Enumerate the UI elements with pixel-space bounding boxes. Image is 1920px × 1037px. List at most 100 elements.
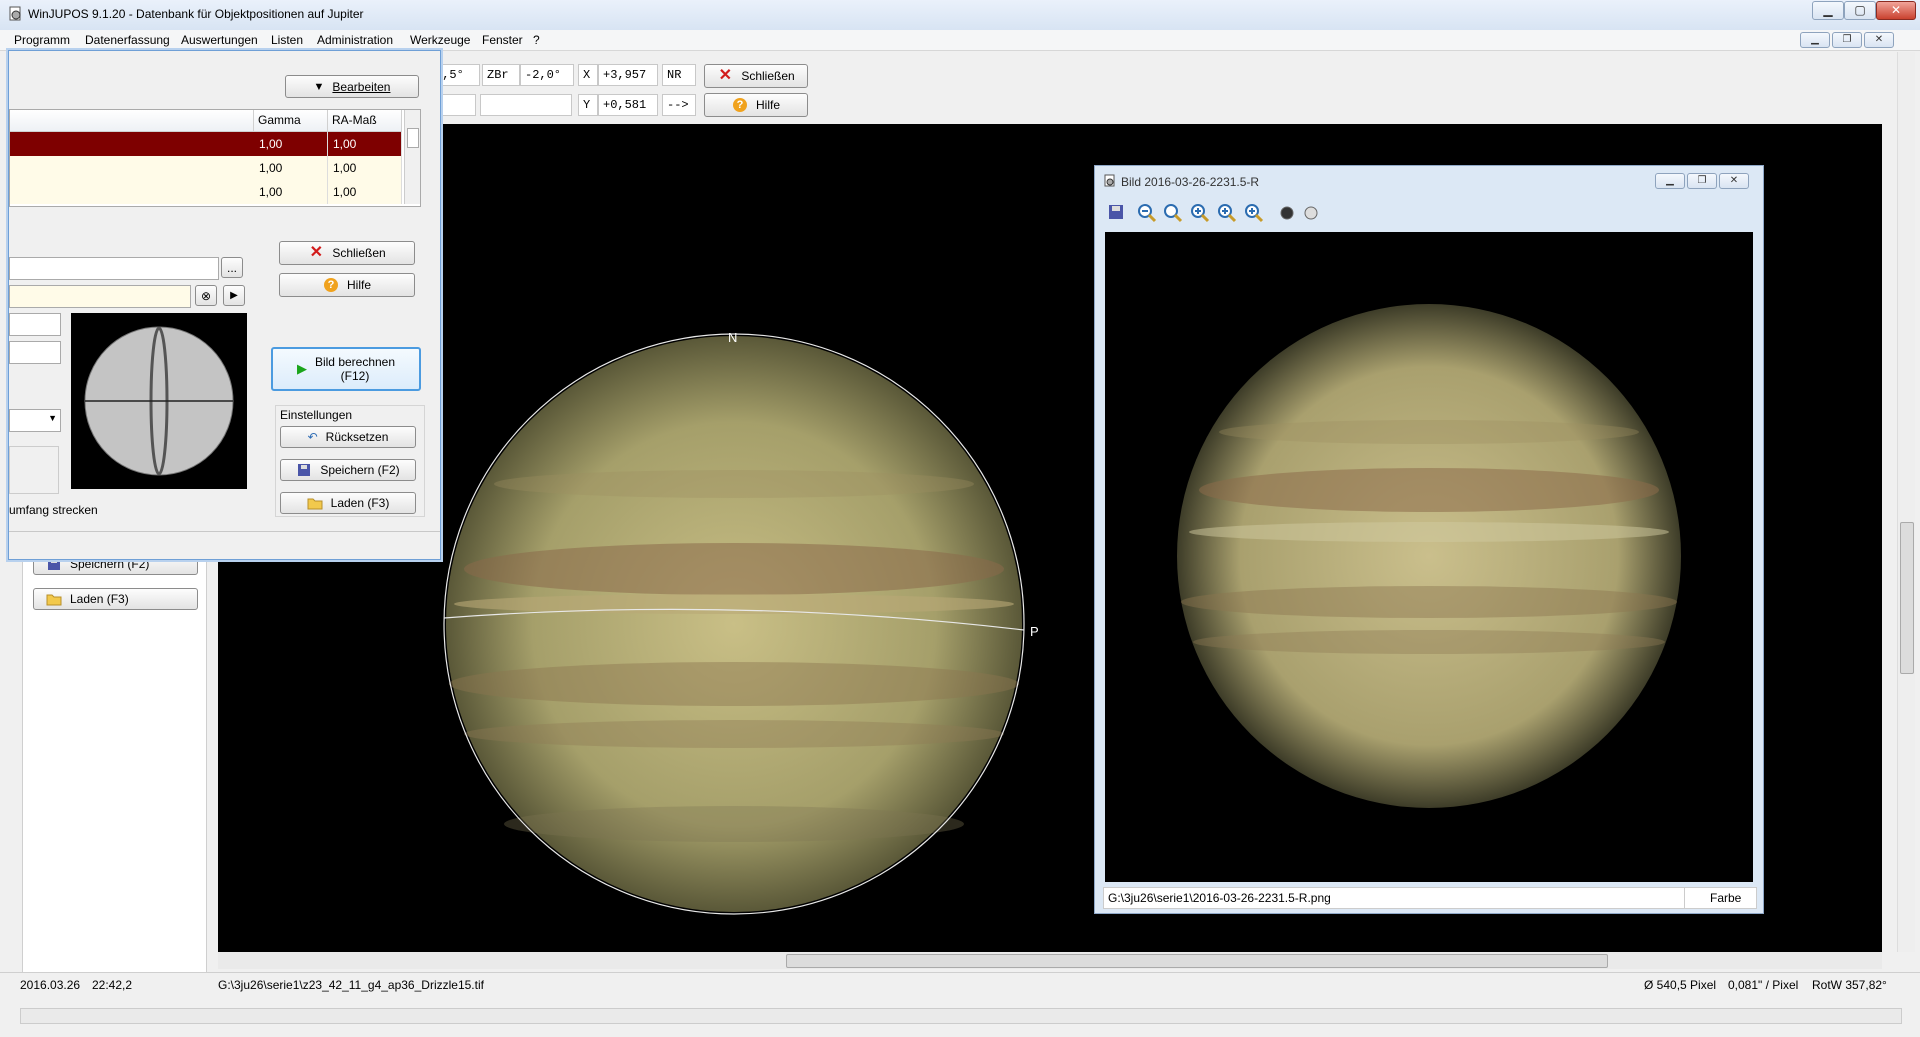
compute-image-button[interactable]: ▶ Bild berechnen (F12) (271, 347, 421, 391)
column-header-gamma[interactable]: Gamma (254, 110, 328, 132)
mdi-minimize-button[interactable]: ▁ (1800, 32, 1830, 48)
x-field: +3,957 (598, 64, 658, 86)
target-button[interactable]: ⊗ (195, 285, 217, 306)
table-row[interactable]: 1,00 1,00 (10, 180, 402, 204)
column-header-ra[interactable]: RA-Maß (328, 110, 402, 132)
dialog-help-button[interactable]: ? Hilfe (279, 273, 415, 297)
light-mode-icon[interactable] (1301, 203, 1321, 223)
parameter-table: Gamma RA-Maß 1,00 1,00 1,00 1,00 1,00 1,… (9, 109, 421, 207)
column-header-blank (10, 110, 254, 132)
table-scrollbar[interactable] (404, 110, 420, 204)
edit-label: Bearbeiten (332, 79, 391, 94)
settings-group-label: Einstellungen (280, 408, 353, 422)
app-icon (8, 6, 24, 22)
color-mode: Farbe (1710, 891, 1742, 905)
gamma-cell: 1,00 (254, 132, 328, 156)
reset-label: Rücksetzen (325, 430, 389, 444)
gamma-cell: 1,00 (254, 180, 328, 204)
menu-listen[interactable]: Listen (271, 33, 303, 47)
save-image-icon[interactable] (1107, 203, 1127, 223)
close-x-icon: ✕ (309, 244, 324, 261)
load-settings-button[interactable]: Laden (F3) (280, 492, 416, 514)
dark-mode-icon[interactable] (1277, 203, 1297, 223)
menu-help[interactable]: ? (533, 33, 540, 47)
menu-administration[interactable]: Administration (317, 33, 393, 47)
gamma-cell: 1,00 (254, 156, 328, 180)
menu-fenster[interactable]: Fenster (482, 33, 523, 47)
settings-group: Einstellungen ↶ Rücksetzen Speichern (F2… (275, 405, 425, 517)
toolbar-help-label: Hilfe (755, 98, 780, 112)
chevron-down-icon: ▼ (48, 413, 57, 423)
nr-label: NR (662, 64, 696, 86)
menu-datenerfassung[interactable]: Datenerfassung (85, 33, 170, 47)
mdi-restore-button[interactable]: ❐ (1832, 32, 1862, 48)
pole-label: P (1030, 624, 1039, 639)
main-title-bar: WinJUPOS 9.1.20 - Datenbank für Objektpo… (0, 0, 1920, 31)
secondary-input[interactable] (9, 285, 191, 308)
toolbar-close-button[interactable]: ✕ Schließen (704, 64, 808, 88)
reset-button[interactable]: ↶ Rücksetzen (280, 426, 416, 448)
value-input-1[interactable] (9, 313, 61, 336)
settings-dialog: ▼ Bearbeiten Gamma RA-Maß 1,00 1,00 1,00… (8, 50, 441, 560)
zoom-fit-icon[interactable] (1163, 203, 1183, 223)
zoom-max-icon[interactable] (1244, 203, 1264, 223)
vscroll-thumb[interactable] (1900, 522, 1914, 674)
window-title: WinJUPOS 9.1.20 - Datenbank für Objektpo… (28, 7, 364, 21)
value-input-2[interactable] (9, 341, 61, 364)
play-icon: ▶ (296, 361, 307, 376)
bottom-hscrollbar[interactable] (20, 1008, 1902, 1024)
table-row[interactable]: 1,00 1,00 (10, 156, 402, 180)
compute-line1: Bild berechnen (314, 355, 396, 369)
back-load-button[interactable]: Laden (F3) (33, 588, 198, 610)
zoom-out-icon[interactable] (1137, 203, 1157, 223)
image-close-button[interactable]: ✕ (1719, 173, 1749, 189)
minimize-button[interactable]: ▁ (1812, 1, 1844, 20)
empty-field-2 (480, 94, 572, 116)
mdi-close-button[interactable]: ✕ (1864, 32, 1894, 48)
file-path-input[interactable] (9, 257, 219, 280)
close-x-icon: ✕ (718, 67, 733, 84)
triangle-down-icon: ▼ (313, 80, 325, 93)
north-label: N (728, 330, 738, 345)
back-load-label: Laden (F3) (70, 592, 129, 606)
maximize-button[interactable]: ▢ (1844, 1, 1876, 20)
select-dropdown[interactable]: ▼ (9, 409, 61, 432)
help-icon: ? (732, 97, 748, 113)
save-settings-button[interactable]: Speichern (F2) (280, 459, 416, 481)
hscroll-thumb[interactable] (786, 954, 1608, 968)
play-small-button[interactable]: ▶ (223, 285, 245, 306)
toolbar-close-label: Schließen (741, 69, 795, 83)
table-scroll-thumb[interactable] (407, 128, 419, 148)
y-label: Y (578, 94, 598, 116)
table-row[interactable]: 1,00 1,00 (10, 132, 402, 156)
zoom-in-more-icon[interactable] (1217, 203, 1237, 223)
menu-werkzeuge[interactable]: Werkzeuge (410, 33, 470, 47)
status-date: 2016.03.26 (20, 978, 81, 992)
status-scale: 0,081" / Pixel (1728, 978, 1799, 992)
image-path: G:\3ju26\serie1\2016-03-26-2231.5-R.png (1108, 891, 1331, 905)
status-diameter: Ø 540,5 Pixel (1644, 978, 1717, 992)
toolbar-help-button[interactable]: ? Hilfe (704, 93, 808, 117)
main-vscrollbar[interactable] (1897, 52, 1915, 952)
zbr-label: ZBr (482, 64, 520, 86)
image-minimize-button[interactable]: ▁ (1655, 173, 1685, 189)
image-window: Bild 2016-03-26-2231.5-R ▁ ❐ ✕ G:\3ju26\… (1094, 165, 1764, 914)
zoom-in-icon[interactable] (1190, 203, 1210, 223)
jupiter-planet (446, 336, 1022, 912)
dialog-divider (9, 531, 440, 532)
menu-auswertungen[interactable]: Auswertungen (181, 33, 258, 47)
image-maximize-button[interactable]: ❐ (1687, 173, 1717, 189)
close-window-button[interactable]: ✕ (1876, 1, 1916, 20)
browse-button[interactable]: ... (221, 257, 243, 278)
save-settings-label: Speichern (F2) (320, 463, 400, 477)
menu-programm[interactable]: Programm (14, 33, 70, 47)
status-time: 22:42,2 (92, 978, 133, 992)
play-icon: ▶ (230, 290, 238, 301)
image-status-bar: G:\3ju26\serie1\2016-03-26-2231.5-R.png … (1103, 887, 1757, 909)
canvas-hscrollbar[interactable] (218, 952, 1882, 969)
dialog-close-button[interactable]: ✕ Schließen (279, 241, 415, 265)
processed-image[interactable] (1105, 232, 1753, 882)
compute-label: Bild berechnen (F12) (315, 355, 395, 383)
status-bar: 2016.03.26 22:42,2 G:\3ju26\serie1\z23_4… (0, 972, 1920, 997)
edit-dropdown-button[interactable]: ▼ Bearbeiten (285, 75, 419, 98)
